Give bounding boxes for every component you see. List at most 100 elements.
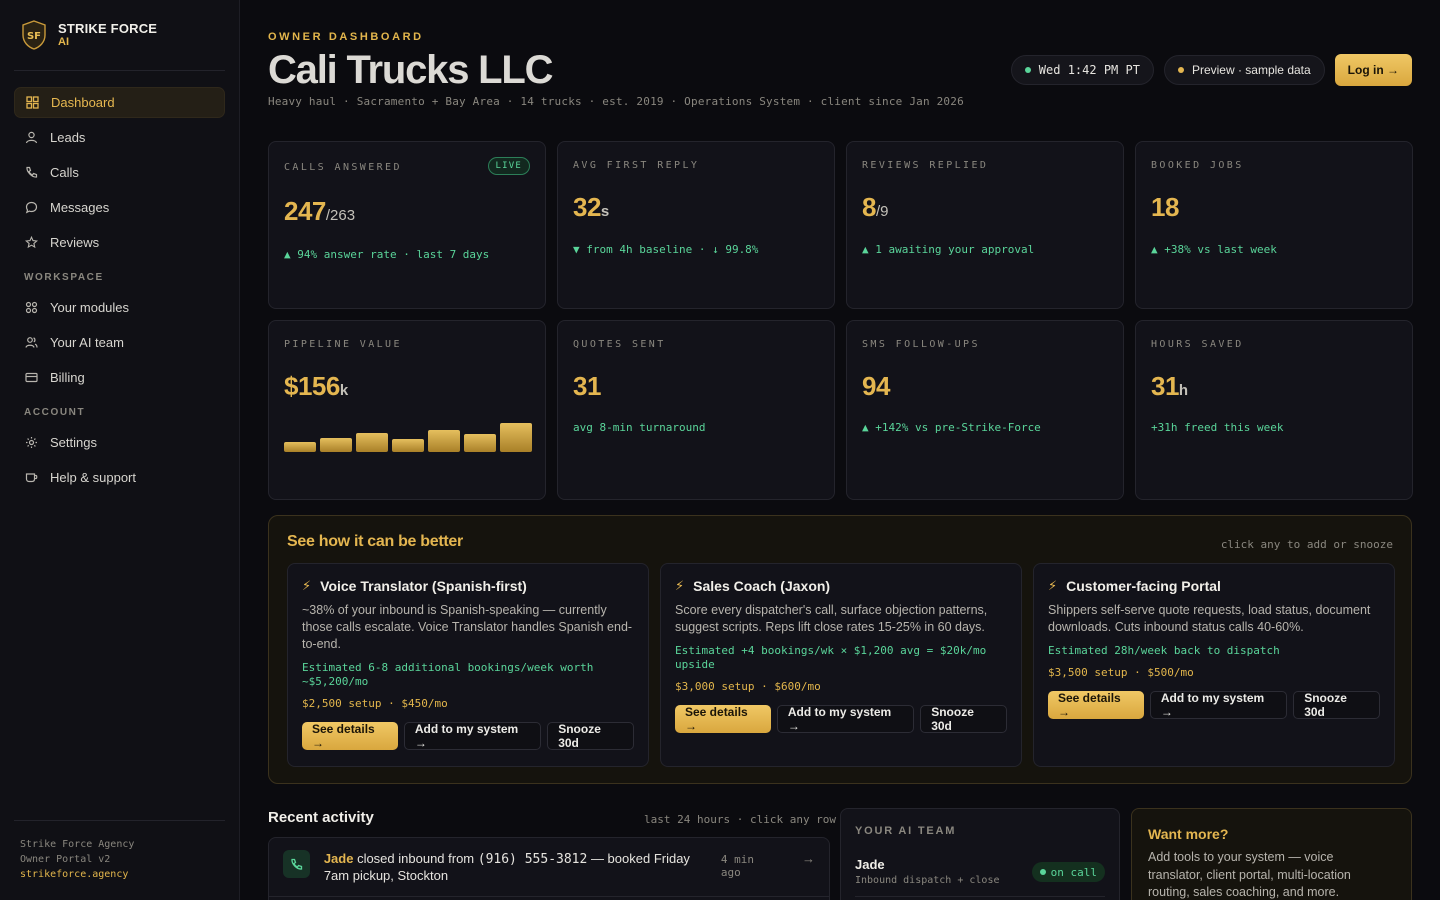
stat-card-quotes-sent[interactable]: QUOTES SENT 31 avg 8-min turnaround: [557, 320, 835, 500]
stat-card-booked-jobs[interactable]: BOOKED JOBS 18 ▲ +38% vs last week: [1135, 141, 1413, 309]
arrow-right-icon[interactable]: →: [802, 850, 815, 866]
stat-value: 247/263: [284, 196, 355, 227]
sparkline-bar: [356, 433, 388, 452]
ai-team-label: YOUR AI TEAM: [855, 825, 957, 837]
snooze-button[interactable]: Snooze 30d: [1293, 691, 1381, 719]
divider: [14, 70, 225, 71]
activity-row[interactable]: Jade closed inbound from (916) 555-3812 …: [269, 838, 829, 897]
sidebar-item-messages[interactable]: Messages: [14, 192, 225, 223]
sidebar-item-label: Leads: [50, 130, 86, 145]
rec-description: ~38% of your inbound is Spanish-speaking…: [302, 603, 633, 651]
page-subtitle: Heavy haul · Sacramento + Bay Area · 14 …: [268, 95, 964, 108]
stat-label: SMS FOLLOW-UPS: [862, 339, 980, 350]
svg-text:SF: SF: [27, 31, 41, 42]
sidebar-item-help[interactable]: Help & support: [14, 462, 225, 493]
sidebar-item-label: Help & support: [50, 470, 136, 485]
rec-estimate: Estimated 28h/week back to dispatch: [1048, 644, 1280, 657]
stat-note: ▲ +38% vs last week: [1151, 243, 1277, 256]
stat-label: AVG FIRST REPLY: [573, 160, 700, 171]
sparkline-bar: [284, 442, 316, 452]
stat-unit: s: [600, 203, 609, 220]
shield-logo-icon: SF: [22, 20, 46, 50]
footer-link[interactable]: strikeforce.agency: [20, 867, 219, 882]
want-more-description: Add tools to your system — voice transla…: [1148, 850, 1351, 899]
add-to-system-button[interactable]: Add to my system →: [1149, 691, 1288, 719]
see-details-button[interactable]: See details →: [675, 705, 771, 733]
sidebar-item-dashboard[interactable]: Dashboard: [14, 87, 225, 118]
team-member-row[interactable]: Jade Inbound dispatch + close on call: [855, 857, 1105, 897]
stat-value: 31h: [1151, 371, 1188, 402]
want-more-panel[interactable]: Want more? Add tools to your system — vo…: [1131, 808, 1412, 900]
brand[interactable]: SF STRIKE FORCE AI: [22, 20, 157, 50]
sidebar-item-billing[interactable]: Billing: [14, 362, 225, 393]
sparkline-bar: [500, 423, 532, 452]
sidebar-item-ai-team[interactable]: Your AI team: [14, 327, 225, 358]
stat-value: 31: [573, 371, 601, 402]
preview-pill[interactable]: Preview · sample data: [1163, 55, 1325, 85]
add-to-system-button[interactable]: Add to my system →: [403, 722, 542, 750]
sidebar-nav: Dashboard Leads Calls Messages Reviews W…: [14, 87, 225, 497]
rec-price: $3,500 setup · $500/mo: [1048, 666, 1194, 679]
stat-value: 94: [862, 371, 890, 402]
ai-team-panel: YOUR AI TEAM Jade Inbound dispatch + clo…: [840, 808, 1120, 900]
stat-label: PIPELINE VALUE: [284, 339, 402, 350]
stat-number: 31: [573, 371, 601, 401]
rec-title: Voice Translator (Spanish-first): [320, 578, 527, 594]
stat-unit: h: [1178, 382, 1188, 399]
team-icon: [24, 336, 38, 350]
preview-text: Preview · sample data: [1191, 63, 1311, 77]
sidebar-item-label: Settings: [50, 435, 97, 450]
stat-card-avg-first-reply[interactable]: AVG FIRST REPLY 32s ▼ from 4h baseline ·…: [557, 141, 835, 309]
add-to-system-button[interactable]: Add to my system →: [776, 705, 915, 733]
footer-version: Owner Portal v2: [20, 854, 111, 865]
stat-card-hours-saved[interactable]: HOURS SAVED 31h +31h freed this week: [1135, 320, 1413, 500]
sidebar-item-settings[interactable]: Settings: [14, 427, 225, 458]
sidebar-item-calls[interactable]: Calls: [14, 157, 225, 188]
clock-text: Wed 1:42 PM PT: [1038, 63, 1140, 77]
snooze-button[interactable]: Snooze 30d: [920, 705, 1008, 733]
stat-number: 94: [862, 371, 890, 401]
stat-number: 247: [284, 196, 326, 226]
stat-note: ▼ from 4h baseline · ↓ 99.8%: [573, 243, 759, 256]
rec-header: ⚡ Voice Translator (Spanish-first): [302, 578, 634, 594]
sidebar-item-reviews[interactable]: Reviews: [14, 227, 225, 258]
stat-number: 31: [1151, 371, 1179, 401]
status-badge: on call: [1031, 862, 1105, 882]
stat-value: 18: [1151, 192, 1179, 223]
activity-list: Jade closed inbound from (916) 555-3812 …: [268, 837, 830, 900]
section-label-workspace: WORKSPACE: [24, 272, 104, 283]
rec-price: $3,000 setup · $600/mo: [675, 680, 821, 693]
stat-note: ▲ +142% vs pre-Strike-Force: [862, 421, 1041, 434]
stat-card-calls-answered[interactable]: CALLS ANSWERED LIVE 247/263 ▲ 94% answer…: [268, 141, 546, 309]
phone-icon: [24, 166, 38, 180]
sidebar-item-modules[interactable]: Your modules: [14, 292, 225, 323]
login-button[interactable]: Log in →: [1334, 54, 1412, 86]
page-title: Cali Trucks LLC: [268, 48, 554, 92]
snooze-button[interactable]: Snooze 30d: [547, 722, 635, 750]
see-details-button[interactable]: See details →: [302, 722, 398, 750]
recommendation-card-sales-coach[interactable]: ⚡ Sales Coach (Jaxon) Score every dispatc…: [660, 563, 1022, 767]
activity-agent: Jade: [323, 851, 354, 866]
recommendations-panel: See how it can be better click any to ad…: [268, 515, 1412, 784]
stat-card-reviews-replied[interactable]: REVIEWS REPLIED 8/9 ▲ 1 awaiting your ap…: [846, 141, 1124, 309]
sidebar-item-leads[interactable]: Leads: [14, 122, 225, 153]
rec-title: Sales Coach (Jaxon): [693, 578, 831, 594]
recommendation-card-voice-translator[interactable]: ⚡ Voice Translator (Spanish-first) ~38% o…: [287, 563, 649, 767]
gear-icon: [24, 436, 38, 450]
header-actions: Wed 1:42 PM PT Preview · sample data Log…: [1010, 54, 1412, 86]
sparkline-bar: [464, 434, 496, 452]
see-details-button[interactable]: See details →: [1048, 691, 1144, 719]
sidebar-item-label: Calls: [50, 165, 79, 180]
stat-card-pipeline-value[interactable]: PIPELINE VALUE $156k: [268, 320, 546, 500]
chat-bubble-icon: [24, 201, 38, 215]
want-more-title: Want more?: [1148, 826, 1229, 842]
grid-icon: [25, 96, 39, 110]
stat-card-sms-follow-ups[interactable]: SMS FOLLOW-UPS 94 ▲ +142% vs pre-Strike-…: [846, 320, 1124, 500]
cup-icon: [24, 471, 38, 485]
status-dot-icon: [1024, 67, 1031, 73]
recommendation-card-customer-portal[interactable]: ⚡ Customer-facing Portal Shippers self-se…: [1033, 563, 1395, 767]
stat-number: 8: [862, 192, 876, 222]
status-text: on call: [1050, 865, 1097, 879]
lightning-icon: ⚡: [302, 578, 312, 593]
rec-title: Customer-facing Portal: [1066, 578, 1221, 594]
